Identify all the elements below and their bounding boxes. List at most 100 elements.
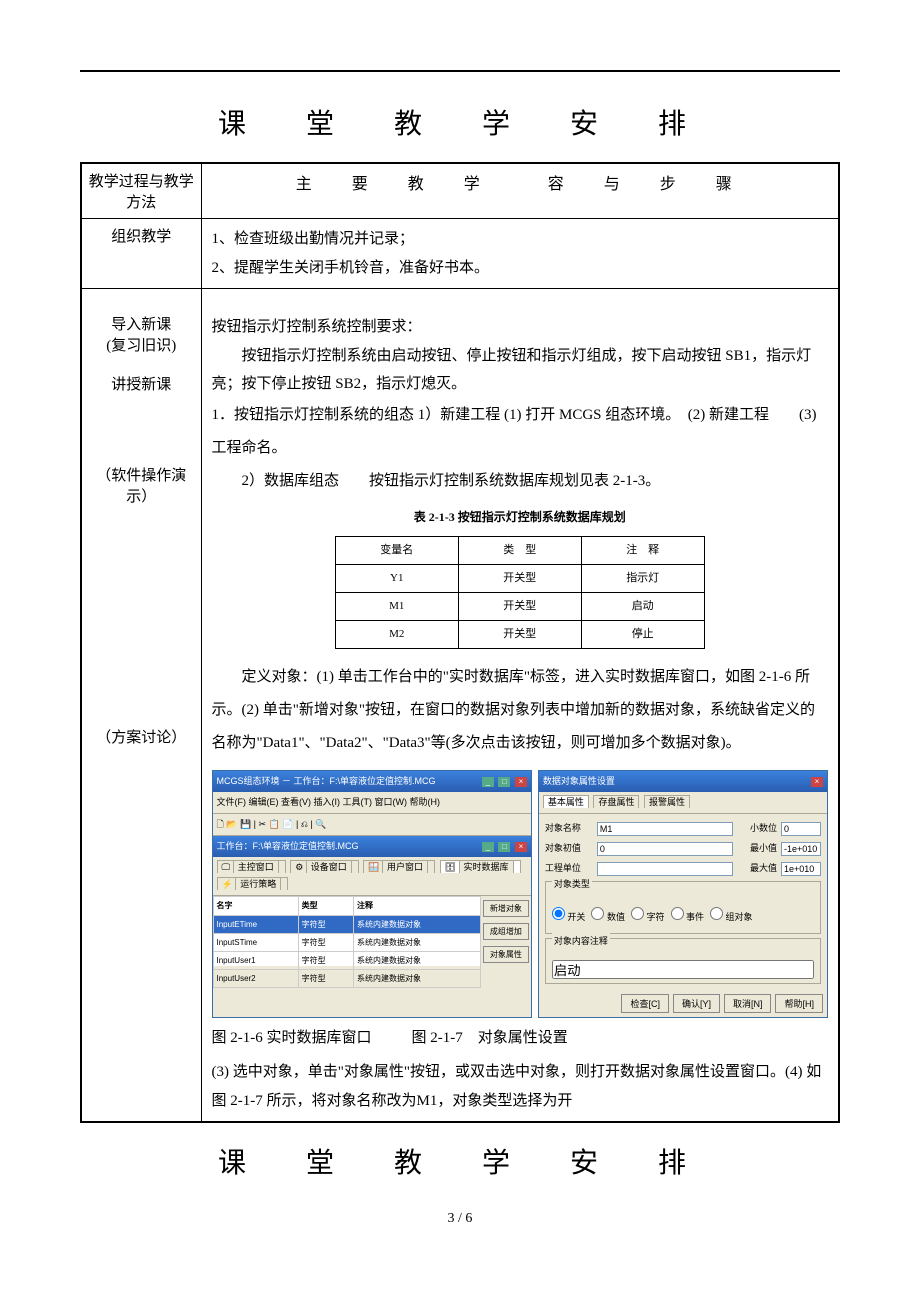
group-type-title: 对象类型 bbox=[552, 876, 592, 893]
mcgs-toolbar[interactable]: 🗋 📂 💾 | ✂ 📋 📄 | ⎌ | 🔍 bbox=[213, 814, 531, 836]
list-row[interactable]: InputUser2 字符型 系统内建数据对象 bbox=[213, 970, 480, 988]
radio-switch[interactable]: 开关 bbox=[552, 907, 586, 926]
cell: 系统内建数据对象 bbox=[354, 970, 481, 988]
group-add-button[interactable]: 成组增加 bbox=[483, 923, 529, 940]
lh-name: 名字 bbox=[213, 897, 298, 915]
cancel-button[interactable]: 取消[N] bbox=[724, 994, 772, 1013]
list-row[interactable]: InputUser1 字符型 系统内建数据对象 bbox=[213, 951, 480, 969]
radio-string[interactable]: 字符 bbox=[631, 907, 665, 926]
cell: InputUser1 bbox=[213, 951, 298, 969]
list-header: 名字 类型 注释 bbox=[213, 897, 480, 915]
lh-comment: 注释 bbox=[354, 897, 481, 915]
sth-0: 变量名 bbox=[335, 537, 458, 565]
list-row[interactable]: InputSTime 字符型 系统内建数据对象 bbox=[213, 933, 480, 951]
ok-button[interactable]: 确认[Y] bbox=[673, 994, 720, 1013]
radio-input[interactable] bbox=[671, 907, 684, 920]
group-comment-title: 对象内容注释 bbox=[552, 933, 610, 950]
sth-2: 注 释 bbox=[581, 537, 704, 565]
new-object-button[interactable]: 新增对象 bbox=[483, 900, 529, 917]
tab-basic-props[interactable]: 基本属性 bbox=[543, 795, 589, 808]
maximize-icon[interactable]: □ bbox=[498, 777, 510, 787]
cell: InputSTime bbox=[213, 933, 298, 951]
str1c2: 启动 bbox=[581, 593, 704, 621]
hdr-left: 教学过程与教学方法 bbox=[81, 163, 201, 219]
close-icon[interactable]: × bbox=[515, 842, 527, 852]
prop-button-row: 检查[C] 确认[Y] 取消[N] 帮助[H] bbox=[539, 990, 827, 1017]
input-decimals[interactable] bbox=[781, 822, 821, 836]
label-min: 最小值 bbox=[737, 840, 777, 857]
tab-run-strategy[interactable]: ⚡ 运行策略 bbox=[217, 877, 289, 890]
cell: 系统内建数据对象 bbox=[354, 933, 481, 951]
radio-label: 事件 bbox=[686, 912, 704, 922]
input-objname[interactable] bbox=[597, 822, 733, 836]
str0c2: 指示灯 bbox=[581, 565, 704, 593]
prop-titlebar: 数据对象属性设置 × bbox=[539, 771, 827, 792]
para2: 定义对象：(1) 单击工作台中的"实时数据库"标签，进入实时数据库窗口，如图 2… bbox=[212, 661, 829, 760]
mcgs-window-controls: _ □ × bbox=[480, 773, 527, 790]
radio-event[interactable]: 事件 bbox=[671, 907, 705, 926]
mcgs-menubar[interactable]: 文件(F) 编辑(E) 查看(V) 插入(I) 工具(T) 窗口(W) 帮助(H… bbox=[213, 792, 531, 814]
cell: 字符型 bbox=[298, 970, 353, 988]
subtable-row: M2 开关型 停止 bbox=[335, 620, 704, 648]
db-plan-table: 变量名 类 型 注 释 Y1 开关型 指示灯 M1 开关型 启动 M2 开关型 bbox=[335, 536, 705, 649]
mcgs-title-text: MCGS组态环境 － 工作台：F:\单容液位定值控制.MCG bbox=[217, 773, 436, 790]
sec1-right: 1、检查班级出勤情况并记录； 2、提醒学生关闭手机铃音，准备好书本。 bbox=[201, 219, 839, 289]
prop-body: 对象名称 小数位 对象初值 最小值 工程单位 bbox=[539, 814, 827, 990]
row-init: 对象初值 最小值 bbox=[545, 840, 821, 857]
tab-storage-props[interactable]: 存盘属性 bbox=[593, 795, 639, 808]
minimize-icon[interactable]: _ bbox=[482, 842, 494, 852]
help-button[interactable]: 帮助[H] bbox=[775, 994, 823, 1013]
str0c1: 开关型 bbox=[458, 565, 581, 593]
fig-caption-2: 图 2-1-7 对象属性设置 bbox=[412, 1024, 568, 1053]
cell: 字符型 bbox=[298, 951, 353, 969]
section-row-1: 组织教学 1、检查班级出勤情况并记录； 2、提醒学生关闭手机铃音，准备好书本。 bbox=[81, 219, 839, 289]
table-header-row: 教学过程与教学方法 主 要 教 学 容 与 步 骤 bbox=[81, 163, 839, 219]
radio-numeric[interactable]: 数值 bbox=[591, 907, 625, 926]
maximize-icon[interactable]: □ bbox=[498, 842, 510, 852]
mcgs-titlebar: MCGS组态环境 － 工作台：F:\单容液位定值控制.MCG _ □ × bbox=[213, 771, 531, 792]
sec1-line2: 2、提醒学生关闭手机铃音，准备好书本。 bbox=[212, 254, 829, 283]
input-min[interactable] bbox=[781, 842, 821, 856]
minimize-icon[interactable]: _ bbox=[482, 777, 494, 787]
list-row[interactable]: InputETime 字符型 系统内建数据对象 bbox=[213, 915, 480, 933]
intro-body: 按钮指示灯控制系统由启动按钮、停止按钮和指示灯组成，按下启动按钮 SB1，指示灯… bbox=[212, 342, 829, 399]
str2c1: 开关型 bbox=[458, 620, 581, 648]
tab-realtime-db[interactable]: 🗄 实时数据库 bbox=[440, 860, 521, 873]
tab-device-window[interactable]: ⚙ 设备窗口 bbox=[290, 860, 359, 873]
tab-alarm-props[interactable]: 报警属性 bbox=[644, 795, 690, 808]
radio-input[interactable] bbox=[591, 907, 604, 920]
cell: InputUser2 bbox=[213, 970, 298, 988]
prop-title-text: 数据对象属性设置 bbox=[543, 773, 615, 790]
sec1-left: 组织教学 bbox=[81, 219, 201, 289]
close-icon[interactable]: × bbox=[515, 777, 527, 787]
close-icon[interactable]: × bbox=[811, 777, 823, 787]
str2c0: M2 bbox=[335, 620, 458, 648]
str0c0: Y1 bbox=[335, 565, 458, 593]
object-list[interactable]: 名字 类型 注释 InputETime 字符型 系统内建数据对象 InputST… bbox=[213, 896, 481, 988]
input-init[interactable] bbox=[597, 842, 733, 856]
radio-input[interactable] bbox=[552, 907, 565, 920]
cell: 系统内建数据对象 bbox=[354, 915, 481, 933]
tab-user-window[interactable]: 🪟 用户窗口 bbox=[363, 860, 435, 873]
label-unit: 工程单位 bbox=[545, 860, 593, 877]
group-type: 对象类型 开关 数值 字符 事件 组对象 bbox=[545, 881, 821, 933]
radio-input[interactable] bbox=[631, 907, 644, 920]
label-init: 对象初值 bbox=[545, 840, 593, 857]
label-decimals: 小数位 bbox=[737, 820, 777, 837]
side-buttons: 新增对象 成组增加 对象属性 bbox=[481, 896, 531, 966]
prop-tabs: 基本属性 存盘属性 报警属性 bbox=[539, 792, 827, 814]
input-unit[interactable] bbox=[597, 862, 733, 876]
sec2-left-l3: 讲授新课 bbox=[86, 373, 197, 394]
tab-main-window[interactable]: 🖵 主控窗口 bbox=[217, 860, 286, 873]
radio-label: 字符 bbox=[646, 912, 664, 922]
object-properties-button[interactable]: 对象属性 bbox=[483, 946, 529, 963]
radio-input[interactable] bbox=[710, 907, 723, 920]
mcgs-list-area: 名字 类型 注释 InputETime 字符型 系统内建数据对象 InputST… bbox=[213, 896, 531, 966]
top-rule bbox=[80, 70, 840, 72]
check-button[interactable]: 检查[C] bbox=[621, 994, 669, 1013]
label-max: 最大值 bbox=[737, 860, 777, 877]
input-max[interactable] bbox=[781, 862, 821, 876]
radio-group[interactable]: 组对象 bbox=[710, 907, 753, 926]
radios-row: 开关 数值 字符 事件 组对象 bbox=[552, 903, 814, 930]
input-comment[interactable] bbox=[552, 960, 814, 979]
